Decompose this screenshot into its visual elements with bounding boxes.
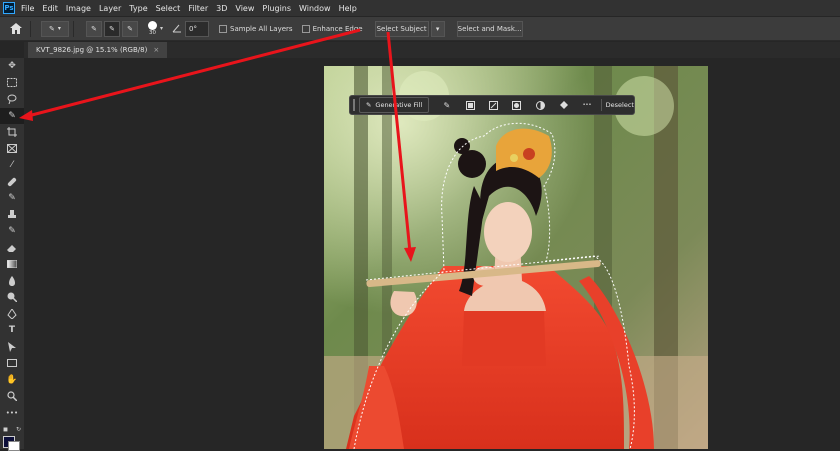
pen-tool-icon[interactable] <box>0 306 24 323</box>
menu-plugins[interactable]: Plugins <box>262 4 291 13</box>
menu-window[interactable]: Window <box>299 4 331 13</box>
chevron-down-icon[interactable]: ▾ <box>160 25 163 32</box>
menu-edit[interactable]: Edit <box>42 4 58 13</box>
brush-plus-icon: ✎ <box>109 24 115 33</box>
subtract-from-selection-mode-button[interactable]: ✎ <box>122 20 138 37</box>
adjustment-layer-icon[interactable] <box>529 100 552 110</box>
sample-all-layers-label: Sample All Layers <box>230 24 293 33</box>
document-tab-title: KVT_9826.jpg @ 15.1% (RGB/8) <box>36 46 148 54</box>
rectangle-tool-icon[interactable] <box>0 355 24 372</box>
separator <box>600 99 602 111</box>
history-brush-tool-icon[interactable]: ✎ <box>0 223 24 240</box>
menu-bar: Ps File Edit Image Layer Type Select Fil… <box>0 0 840 16</box>
sample-all-layers-checkbox[interactable]: Sample All Layers <box>219 24 293 33</box>
lasso-tool-icon[interactable] <box>0 91 24 108</box>
enhance-edge-label: Enhance Edge <box>312 24 363 33</box>
generative-fill-icon: ✎ <box>365 101 372 109</box>
more-tools-icon[interactable]: ••• <box>0 405 24 422</box>
enhance-edge-checkbox[interactable]: Enhance Edge <box>301 24 363 33</box>
tools-panel: ✥ ✎ ⁄ ✎ ✎ T ✋ ••• ◼ ↻ <box>0 58 24 449</box>
eraser-tool-icon[interactable] <box>0 240 24 257</box>
brush-size-value: 30 <box>149 30 156 36</box>
background-color-swatch[interactable] <box>8 441 20 451</box>
document-tab[interactable]: KVT_9826.jpg @ 15.1% (RGB/8) × <box>28 42 168 58</box>
fill-selection-icon[interactable] <box>552 100 575 110</box>
drag-handle[interactable] <box>353 99 355 111</box>
generative-fill-label: Generative Fill <box>375 101 423 109</box>
marquee-tool-icon[interactable] <box>0 75 24 92</box>
contextual-task-bar: ✎ Generative Fill ✎ ••• Deselect <box>349 95 635 115</box>
brush-minus-icon: ✎ <box>127 24 133 33</box>
menu-layer[interactable]: Layer <box>99 4 121 13</box>
select-and-mask-button[interactable]: Select and Mask... <box>456 20 523 37</box>
eyedropper-tool-icon[interactable]: ⁄ <box>0 157 24 174</box>
type-tool-icon[interactable]: T <box>0 322 24 339</box>
move-tool-icon[interactable]: ✥ <box>0 58 24 75</box>
gradient-tool-icon[interactable] <box>0 256 24 273</box>
angle-icon <box>169 21 185 37</box>
blur-tool-icon[interactable] <box>0 273 24 290</box>
separator <box>30 20 31 37</box>
quick-selection-tool-icon[interactable]: ✎ <box>0 107 24 124</box>
angle-value: 0° <box>189 24 197 33</box>
select-and-mask-label: Select and Mask... <box>457 24 522 33</box>
separator <box>73 20 74 37</box>
document-tab-bar: KVT_9826.jpg @ 15.1% (RGB/8) × <box>24 42 840 58</box>
brush-icon: ✎ <box>91 24 97 33</box>
select-subject-dropdown[interactable]: ▾ <box>430 20 445 37</box>
clone-stamp-tool-icon[interactable] <box>0 207 24 224</box>
options-bar: ✎ ▾ ✎ ✎ ✎ 30 ▾ 0° Sample All Layers Enhan… <box>0 17 840 41</box>
modify-selection-icon[interactable]: ✎ <box>435 101 458 110</box>
document-canvas[interactable] <box>324 66 708 449</box>
menu-view[interactable]: View <box>235 4 254 13</box>
transform-selection-icon[interactable] <box>482 100 505 110</box>
chevron-down-icon: ▾ <box>57 25 61 32</box>
photoshop-logo-icon[interactable]: Ps <box>3 2 15 14</box>
menu-filter[interactable]: Filter <box>188 4 208 13</box>
dodge-tool-icon[interactable] <box>0 289 24 306</box>
brush-size-picker[interactable]: 30 <box>148 21 157 36</box>
brush-tip-icon <box>148 21 157 30</box>
photo-woman-playing-flute <box>324 66 708 449</box>
select-subject-button[interactable]: Select Subject <box>374 20 429 37</box>
chevron-down-icon: ▾ <box>435 24 440 33</box>
menu-file[interactable]: File <box>21 4 34 13</box>
crop-tool-icon[interactable] <box>0 124 24 141</box>
checkbox-box <box>219 24 228 33</box>
menu-help[interactable]: Help <box>339 4 357 13</box>
invert-selection-icon[interactable] <box>459 100 482 110</box>
menu-image[interactable]: Image <box>66 4 91 13</box>
hand-tool-icon[interactable]: ✋ <box>0 372 24 389</box>
menu-select[interactable]: Select <box>156 4 181 13</box>
add-to-selection-mode-button[interactable]: ✎ <box>104 20 120 37</box>
spot-healing-brush-tool-icon[interactable] <box>0 174 24 191</box>
frame-tool-icon[interactable] <box>0 141 24 158</box>
deselect-button[interactable]: Deselect <box>606 101 634 109</box>
zoom-tool-icon[interactable] <box>0 388 24 405</box>
angle-input[interactable]: 0° <box>185 20 210 37</box>
new-selection-mode-button[interactable]: ✎ <box>86 20 102 37</box>
menu-3d[interactable]: 3D <box>216 4 227 13</box>
brush-tool-icon[interactable]: ✎ <box>0 190 24 207</box>
tool-preset-picker[interactable]: ✎ ▾ <box>41 20 69 37</box>
select-subject-label: Select Subject <box>376 24 427 33</box>
quick-selection-brush-icon: ✎ <box>49 24 55 33</box>
create-mask-icon[interactable] <box>505 100 528 110</box>
close-icon[interactable]: × <box>153 46 159 54</box>
more-options-icon[interactable]: ••• <box>575 102 598 108</box>
menu-type[interactable]: Type <box>129 4 147 13</box>
generative-fill-button[interactable]: ✎ Generative Fill <box>358 97 430 113</box>
path-selection-tool-icon[interactable] <box>0 339 24 356</box>
checkbox-box <box>301 24 310 33</box>
home-icon[interactable] <box>6 21 26 37</box>
